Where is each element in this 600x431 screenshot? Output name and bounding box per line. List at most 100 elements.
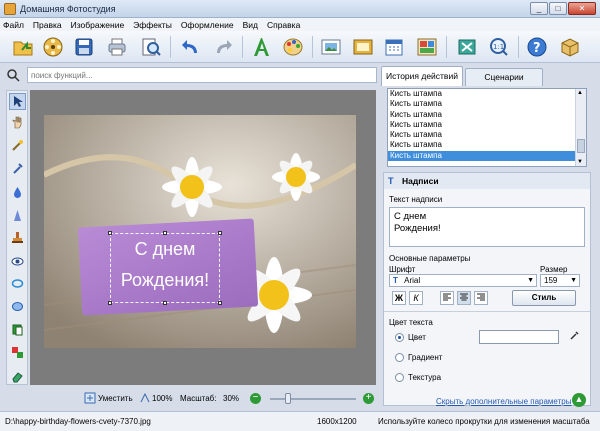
- list-item[interactable]: Кисть штампа: [388, 140, 576, 150]
- calendar-icon[interactable]: [381, 34, 407, 60]
- zoom-100-label[interactable]: 100%: [152, 394, 172, 403]
- clone-tool-icon[interactable]: [9, 344, 26, 361]
- tab-scenarios[interactable]: Сценарии: [465, 68, 543, 86]
- ellipse-select-icon[interactable]: [9, 298, 26, 315]
- text-tool-icon[interactable]: [248, 34, 274, 60]
- hand-tool-icon[interactable]: [9, 114, 26, 131]
- scroll-up-icon[interactable]: ▲: [577, 90, 583, 96]
- resize-handle[interactable]: [163, 231, 167, 235]
- gradient-radio-label[interactable]: Градиент: [408, 353, 442, 362]
- minimize-button[interactable]: _: [530, 2, 548, 15]
- fit-icon[interactable]: [84, 392, 96, 406]
- wand-tool-icon[interactable]: [9, 137, 26, 154]
- list-item[interactable]: Кисть штампа: [388, 130, 576, 140]
- texture-radio-label[interactable]: Текстура: [408, 373, 441, 382]
- bold-button[interactable]: Ж: [392, 291, 406, 305]
- resize-handle[interactable]: [163, 301, 167, 305]
- scroll-down-icon[interactable]: ▼: [577, 159, 583, 165]
- align-left-button[interactable]: [440, 291, 454, 305]
- layers-tool-icon[interactable]: [9, 321, 26, 338]
- history-scrollbar[interactable]: ▲ ▼: [575, 89, 586, 166]
- zoom-out-button[interactable]: −: [250, 393, 261, 404]
- zoom-bar: Уместить 100% Масштаб: 30% − +: [30, 390, 376, 408]
- texture-radio[interactable]: [395, 373, 404, 382]
- pointer-tool-icon[interactable]: [9, 93, 26, 110]
- open-folder-icon[interactable]: [10, 34, 36, 60]
- menu-image[interactable]: Изображение: [71, 20, 125, 30]
- help-icon[interactable]: ?: [524, 34, 550, 60]
- window-title: Домашняя Фотостудия: [20, 3, 116, 14]
- zoom-slider-thumb[interactable]: [285, 393, 291, 404]
- color-radio-label[interactable]: Цвет: [408, 333, 426, 342]
- font-select[interactable]: T Arial ▼: [389, 274, 537, 287]
- app-icon: [4, 2, 16, 15]
- eye-tool-icon[interactable]: [9, 253, 26, 270]
- lasso-tool-icon[interactable]: [9, 276, 26, 293]
- align-right-button[interactable]: [474, 291, 488, 305]
- photo-frame-icon[interactable]: [318, 34, 344, 60]
- menu-view[interactable]: Вид: [243, 20, 258, 30]
- function-search: [5, 66, 377, 84]
- color-radio[interactable]: [395, 333, 404, 342]
- close-button[interactable]: ✕: [568, 2, 596, 15]
- menu-help[interactable]: Справка: [267, 20, 300, 30]
- list-item-selected[interactable]: Кисть штампа: [388, 150, 576, 162]
- italic-button[interactable]: К: [409, 291, 423, 305]
- photo-canvas[interactable]: С днем Рождения!: [44, 115, 356, 348]
- hide-params-link[interactable]: Скрыть дополнительные параметры: [436, 397, 571, 406]
- svg-text:?: ?: [533, 41, 541, 56]
- collage-icon[interactable]: [414, 34, 440, 60]
- zoom-in-button[interactable]: +: [363, 393, 374, 404]
- palette-icon[interactable]: [280, 34, 306, 60]
- color-swatch[interactable]: [479, 330, 559, 344]
- search-input[interactable]: [27, 67, 377, 83]
- resize-handle[interactable]: [218, 231, 222, 235]
- maximize-button[interactable]: □: [549, 2, 567, 15]
- resize-handle[interactable]: [218, 301, 222, 305]
- caption-textarea[interactable]: С днем Рождения!: [389, 207, 585, 247]
- menu-edit[interactable]: Правка: [33, 20, 62, 30]
- stamp-tool-icon[interactable]: [9, 229, 26, 246]
- drop-tool-icon[interactable]: [9, 184, 26, 201]
- list-item[interactable]: Кисть штампа: [388, 120, 576, 130]
- list-item[interactable]: Кисть штампа: [388, 110, 576, 120]
- menu-effects[interactable]: Эффекты: [133, 20, 172, 30]
- zoom-slider-track[interactable]: [270, 398, 356, 400]
- fit-screen-icon[interactable]: [454, 34, 480, 60]
- search-icon: [5, 67, 21, 83]
- sharpen-tool-icon[interactable]: [9, 207, 26, 224]
- scroll-thumb[interactable]: [577, 139, 585, 153]
- collapse-up-icon[interactable]: ▲: [572, 393, 586, 407]
- actual-size-icon[interactable]: 1:1: [486, 34, 512, 60]
- list-item[interactable]: Кисть штампа: [388, 99, 576, 109]
- eyedropper-icon[interactable]: [569, 330, 580, 343]
- eraser-tool-icon[interactable]: [9, 368, 26, 385]
- size-select[interactable]: 159 ▼: [540, 274, 580, 287]
- resize-handle[interactable]: [108, 301, 112, 305]
- list-item[interactable]: Кисть штампа: [388, 89, 576, 99]
- print-preview-icon[interactable]: [138, 34, 164, 60]
- resize-handle[interactable]: [108, 231, 112, 235]
- menu-file[interactable]: Файл: [3, 20, 24, 30]
- fit-label[interactable]: Уместить: [98, 394, 133, 403]
- canvas-area[interactable]: С днем Рождения!: [30, 90, 376, 385]
- menu-design[interactable]: Оформление: [181, 20, 234, 30]
- image-text-line2: Рождения!: [120, 270, 210, 290]
- print-icon[interactable]: [104, 34, 130, 60]
- frame-gold-icon[interactable]: [350, 34, 376, 60]
- package-icon[interactable]: [557, 34, 583, 60]
- zoom-100-icon[interactable]: [140, 392, 150, 405]
- tab-history[interactable]: История действий: [381, 66, 463, 86]
- gradient-radio[interactable]: [395, 353, 404, 362]
- pipette-tool-icon[interactable]: [9, 160, 26, 177]
- film-reel-icon[interactable]: [40, 34, 66, 60]
- undo-icon[interactable]: [178, 34, 204, 60]
- title-bar: Домашняя Фотостудия _ □ ✕: [0, 0, 600, 18]
- save-icon[interactable]: [71, 34, 97, 60]
- image-text-layer[interactable]: С днем Рождения!: [108, 231, 222, 305]
- size-value: 159: [544, 276, 558, 285]
- style-button[interactable]: Стиль: [512, 290, 576, 306]
- redo-icon[interactable]: [210, 34, 236, 60]
- file-path: D:\happy-birthday-flowers-cvety-7370.jpg: [5, 417, 151, 426]
- align-center-button[interactable]: [457, 291, 471, 305]
